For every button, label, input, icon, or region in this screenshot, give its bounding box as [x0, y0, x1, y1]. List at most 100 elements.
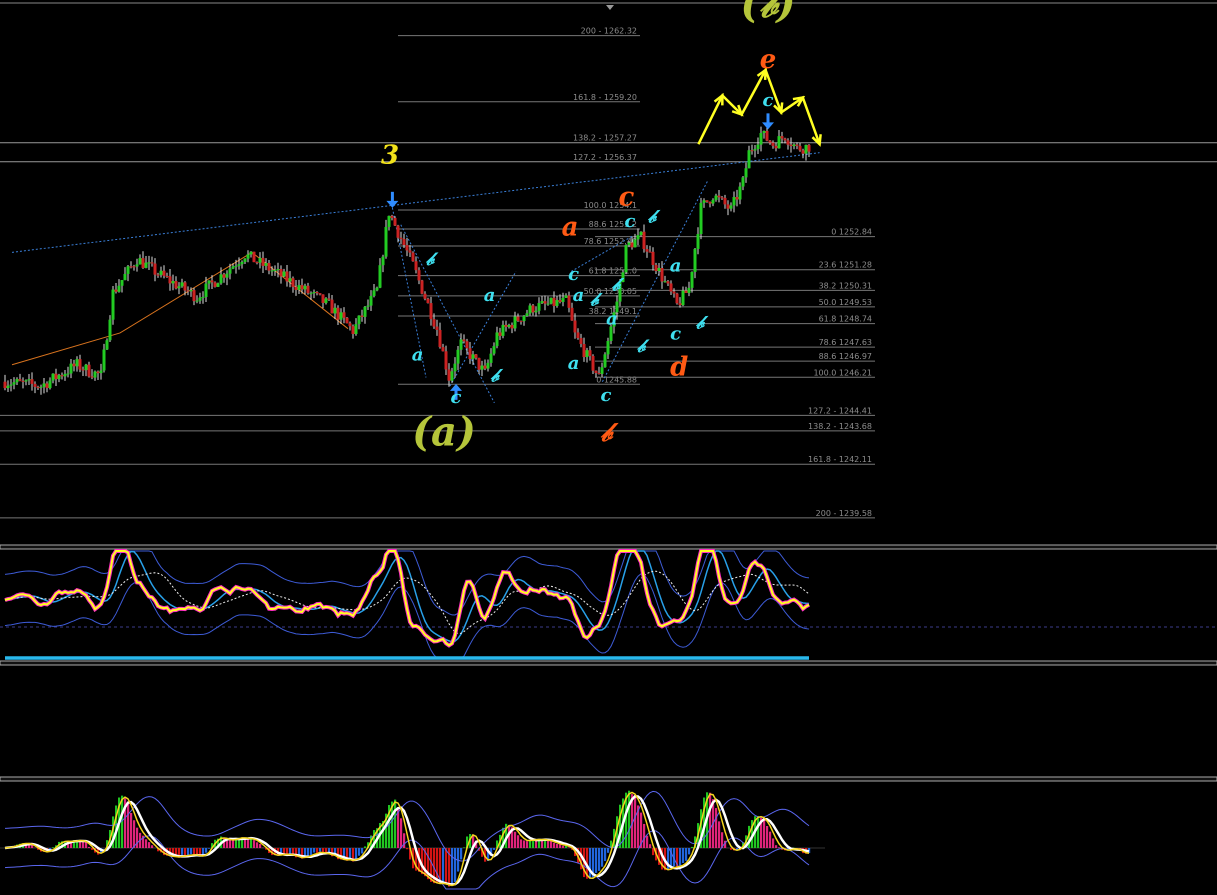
candle-body: [316, 292, 319, 293]
candle-body: [271, 270, 274, 271]
candle-body: [643, 232, 646, 249]
candle-body: [133, 266, 136, 267]
candle-body: [253, 252, 256, 262]
candle-body: [685, 291, 688, 293]
histogram-bar: [601, 848, 603, 867]
histogram-bar: [256, 842, 258, 848]
candle-body: [802, 150, 805, 153]
candle-body: [592, 356, 595, 371]
candle-body: [130, 266, 133, 267]
candle-body: [217, 283, 220, 287]
histogram-bar: [709, 793, 711, 848]
candle-body: [706, 200, 709, 202]
candle-body: [637, 235, 640, 239]
candle-body: [781, 136, 784, 138]
candle-body: [172, 281, 175, 283]
candle-body: [529, 305, 532, 313]
candle-body: [103, 349, 106, 370]
candle-body: [745, 168, 748, 177]
candle-body: [658, 268, 661, 271]
candle-body: [646, 249, 649, 252]
wave-label: 3: [381, 140, 399, 170]
fib-label-upper: 200 - 1262.32: [581, 27, 637, 36]
candle-body: [574, 320, 577, 332]
candle-body: [760, 133, 763, 145]
candle-body: [412, 253, 415, 262]
candle-body: [82, 370, 85, 371]
candle-body: [742, 177, 745, 186]
histogram-bar: [685, 848, 687, 861]
candle-body: [109, 320, 112, 341]
candle-body: [187, 290, 190, 291]
candle-body: [265, 263, 268, 266]
candle-body: [475, 354, 478, 358]
histogram-bar: [406, 848, 408, 849]
candle-body: [97, 372, 100, 374]
candle-body: [43, 383, 46, 386]
candle-body: [19, 379, 22, 381]
candle-body: [661, 268, 664, 281]
histogram-bar: [85, 842, 87, 848]
fib-label-upper: 138.2 - 1257.27: [573, 134, 637, 143]
histogram-bar: [88, 847, 90, 848]
histogram-bar: [181, 848, 183, 855]
candle-body: [184, 282, 187, 290]
histogram-bar: [517, 835, 519, 848]
histogram-bar: [394, 800, 396, 848]
histogram-bar: [598, 848, 600, 871]
panel-separator-1[interactable]: [0, 545, 1217, 549]
candle-body: [769, 141, 772, 143]
fib-label-lower: 200 - 1239.58: [816, 509, 872, 518]
candle-body: [460, 339, 463, 349]
candle-body: [295, 287, 298, 290]
histogram-bar: [460, 848, 462, 859]
panel-separator-3[interactable]: [0, 777, 1217, 781]
candle-body: [703, 200, 706, 203]
histogram-bar: [307, 848, 309, 856]
candle-body: [565, 296, 568, 298]
candle-body: [532, 305, 535, 312]
histogram-bar: [253, 840, 255, 848]
candle-body: [340, 312, 343, 319]
candle-body: [733, 197, 736, 205]
histogram-bar: [130, 813, 132, 848]
histogram-bar: [526, 841, 528, 848]
candle-body: [730, 205, 733, 208]
candle-body: [100, 370, 103, 373]
fib-label-lower: 23.6 1251.28: [819, 261, 872, 270]
fib-label-lower: 138.2 - 1243.68: [808, 422, 872, 431]
candle-body: [700, 203, 703, 234]
candle-body: [688, 288, 691, 293]
candle-body: [226, 274, 229, 278]
histogram-bar: [319, 848, 321, 852]
candle-body: [436, 327, 439, 330]
candle-body: [502, 325, 505, 336]
candle-body: [346, 318, 349, 323]
candle-body: [16, 379, 19, 382]
candle-body: [259, 258, 262, 263]
histogram-bar: [766, 826, 768, 848]
candle-body: [520, 321, 523, 322]
candle-body: [64, 374, 67, 376]
candle-body: [61, 375, 64, 376]
candle-body: [154, 264, 157, 275]
histogram-bar: [775, 845, 777, 848]
candle-body: [736, 197, 739, 199]
candle-body: [193, 290, 196, 301]
candle-body: [550, 298, 553, 304]
wave-label: c: [625, 211, 636, 232]
candle-body: [505, 325, 508, 327]
fib-label-lower: 50.0 1249.53: [819, 298, 872, 307]
wave-label: d: [670, 352, 688, 382]
histogram-bar: [259, 844, 261, 848]
candle-body: [25, 380, 28, 381]
candle-body: [142, 258, 145, 268]
candle-body: [577, 332, 580, 338]
panel-separator-2[interactable]: [0, 661, 1217, 665]
histogram-bar: [562, 846, 564, 848]
candle-body: [91, 376, 94, 377]
histogram-bar: [229, 840, 231, 848]
histogram-bar: [403, 833, 405, 848]
candle-body: [67, 373, 70, 374]
candle-body: [322, 294, 325, 303]
